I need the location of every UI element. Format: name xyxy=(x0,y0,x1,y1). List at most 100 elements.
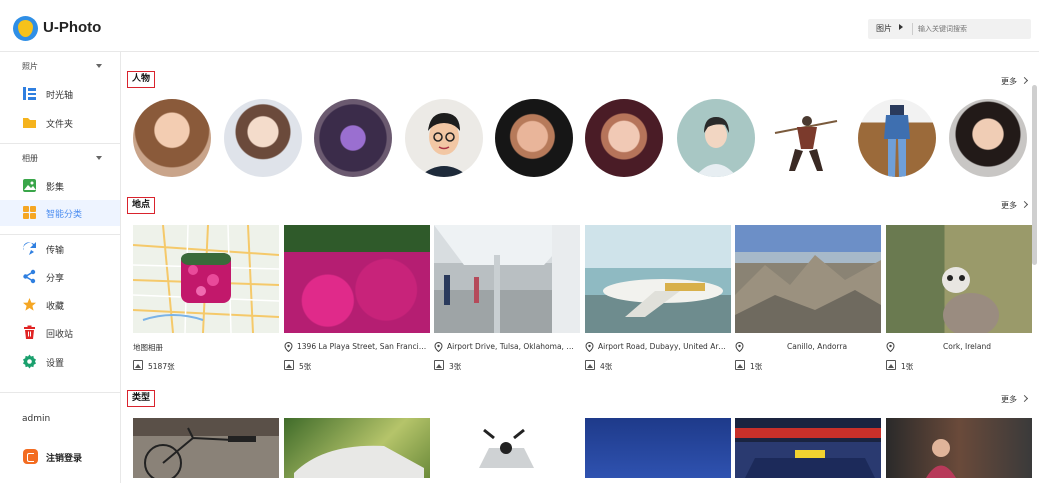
image-count-icon xyxy=(886,360,896,370)
group-albums[interactable]: 相册 xyxy=(22,153,38,164)
more-label: 更多 xyxy=(1001,395,1017,404)
location-pin-icon xyxy=(585,342,594,352)
motorcycle xyxy=(479,428,534,468)
sidebar-item-trash[interactable]: 回收站 xyxy=(0,320,120,346)
place-caption: Airport Road, Dubayy, United Arab... xyxy=(598,342,730,351)
person-avatar[interactable] xyxy=(767,99,845,177)
place-count: 4张 xyxy=(600,362,613,371)
more-label: 更多 xyxy=(1001,77,1017,86)
app-logo-icon[interactable] xyxy=(13,16,38,41)
place-count: 1张 xyxy=(750,362,763,371)
lemur xyxy=(942,267,999,333)
sidebar-item-share[interactable]: 分享 xyxy=(0,264,120,290)
top-bar: U-Photo 图片 xyxy=(0,0,1039,52)
person-avatar[interactable] xyxy=(677,99,755,177)
search-bar: 图片 xyxy=(868,19,1031,39)
mountains xyxy=(735,255,881,333)
type-card-people[interactable] xyxy=(886,418,1032,478)
app-title: U-Photo xyxy=(43,19,102,36)
airplane xyxy=(603,279,723,317)
folder-icon xyxy=(23,118,36,128)
person-avatar[interactable] xyxy=(405,99,483,177)
illustrated-person xyxy=(695,117,737,177)
person-avatar[interactable] xyxy=(133,99,211,177)
username: admin xyxy=(22,414,51,424)
standing-person xyxy=(884,105,910,177)
scrollbar[interactable] xyxy=(1032,85,1037,265)
section-title-types: 类型 xyxy=(127,390,156,407)
chevron-right-icon xyxy=(1020,76,1029,85)
image-count-icon xyxy=(284,360,294,370)
image-count-icon xyxy=(133,360,143,370)
group-photos[interactable]: 照片 xyxy=(22,61,38,72)
place-count: 1张 xyxy=(901,362,914,371)
bicycle xyxy=(144,427,256,478)
sidebar-item-label: 智能分类 xyxy=(46,210,83,220)
airport-interior xyxy=(434,225,580,333)
sidebar-item-folder[interactable]: 文件夹 xyxy=(0,110,120,136)
type-card-car[interactable] xyxy=(284,418,430,478)
image-count-icon xyxy=(434,360,444,370)
person-avatar[interactable] xyxy=(224,99,302,177)
place-card-photo[interactable] xyxy=(284,225,430,333)
logout-icon[interactable] xyxy=(23,449,38,464)
place-card-map[interactable] xyxy=(133,225,279,333)
sidebar-item-timeline[interactable]: 时光轴 xyxy=(0,81,120,107)
sidebar-item-settings[interactable]: 设置 xyxy=(0,349,120,375)
location-pin-icon xyxy=(284,342,293,352)
place-card-photo[interactable] xyxy=(585,225,731,333)
sidebar: 照片 时光轴 文件夹 相册 影集 智能分类 传输 分享 收藏 回收站 设置 ad… xyxy=(0,52,121,483)
image-count-icon xyxy=(735,360,745,370)
person-avatar[interactable] xyxy=(858,99,936,177)
place-caption: 地图相册 xyxy=(133,343,163,352)
search-input[interactable] xyxy=(918,21,1026,37)
type-card-bicycle[interactable] xyxy=(133,418,279,478)
place-caption: Canillo, Andorra xyxy=(787,342,848,351)
person-avatar[interactable] xyxy=(314,99,392,177)
person-avatar[interactable] xyxy=(585,99,663,177)
place-caption: Cork, Ireland xyxy=(943,342,991,351)
chevron-right-icon xyxy=(1020,200,1029,209)
person-scene xyxy=(926,439,956,478)
star-icon xyxy=(23,298,36,311)
main-content: 人物 更多 地点 更多 地图相册 1396 La Playa Street, S… xyxy=(121,52,1039,483)
transfer-icon xyxy=(23,242,36,255)
place-card-photo[interactable] xyxy=(434,225,580,333)
place-count: 5张 xyxy=(299,362,312,371)
sidebar-item-favorites[interactable]: 收藏 xyxy=(0,292,120,318)
type-card-sky[interactable] xyxy=(585,418,731,478)
place-caption: 1396 La Playa Street, San Francis... xyxy=(297,342,429,351)
sidebar-item-label: 时光轴 xyxy=(46,91,74,101)
sidebar-item-smart-category[interactable]: 智能分类 xyxy=(0,200,120,226)
place-card-photo[interactable] xyxy=(886,225,1032,333)
sidebar-item-album[interactable]: 影集 xyxy=(0,173,120,199)
places-more-link[interactable]: 更多 xyxy=(1001,200,1029,211)
location-pin-icon xyxy=(434,342,443,352)
image-count-icon xyxy=(585,360,595,370)
people-more-link[interactable]: 更多 xyxy=(1001,76,1029,87)
place-count: 3张 xyxy=(449,362,462,371)
caret-right-icon[interactable] xyxy=(899,24,903,30)
sidebar-item-transfer[interactable]: 传输 xyxy=(0,236,120,262)
sidebar-item-label: 文件夹 xyxy=(46,120,74,130)
logout-button[interactable]: 注销登录 xyxy=(46,451,82,464)
gear-icon xyxy=(23,354,36,369)
place-count: 5187张 xyxy=(148,362,175,371)
trash-icon xyxy=(24,325,35,339)
chevron-down-icon[interactable] xyxy=(96,156,102,160)
search-type-select[interactable]: 图片 xyxy=(876,23,892,34)
place-card-photo[interactable] xyxy=(735,225,881,333)
warrior-figure xyxy=(774,116,838,171)
racecar xyxy=(735,428,881,478)
type-card-motorcycle[interactable] xyxy=(434,418,580,478)
type-card-racecar[interactable] xyxy=(735,418,881,478)
chevron-down-icon[interactable] xyxy=(96,64,102,68)
types-more-link[interactable]: 更多 xyxy=(1001,394,1029,405)
sidebar-item-label: 影集 xyxy=(46,183,65,193)
person-avatar[interactable] xyxy=(495,99,573,177)
sidebar-item-label: 传输 xyxy=(46,246,65,256)
sidebar-divider xyxy=(0,234,120,235)
chevron-right-icon xyxy=(1020,394,1029,403)
car xyxy=(294,445,424,478)
person-avatar[interactable] xyxy=(949,99,1027,177)
